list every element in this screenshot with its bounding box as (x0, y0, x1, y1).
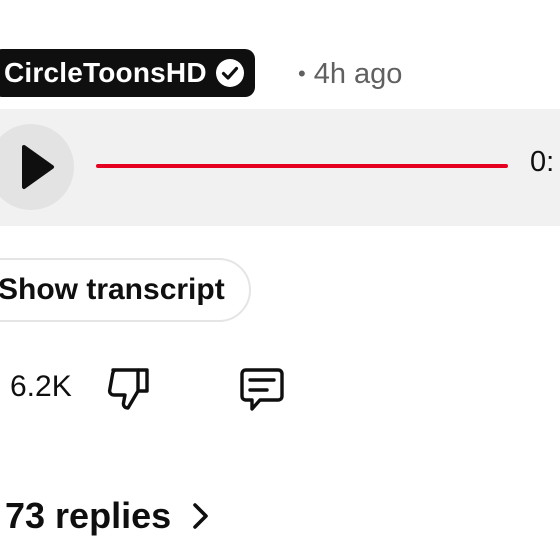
play-button[interactable] (0, 124, 74, 210)
replies-count-label: 73 replies (5, 495, 172, 536)
like-count: 6.2K (10, 370, 72, 403)
show-transcript-button[interactable]: Show transcript (0, 258, 251, 322)
meta-separator: • (298, 61, 306, 86)
show-transcript-label: Show transcript (0, 273, 225, 306)
chevron-right-icon (187, 501, 213, 531)
comment-icon (236, 364, 288, 416)
author-chip[interactable]: CircleToonsHD (0, 49, 255, 97)
thumbs-down-icon (104, 364, 154, 414)
comment-actions: 6.2K (0, 360, 560, 416)
play-icon (21, 144, 55, 190)
comment-card: CircleToonsHD • 4h ago 0: Show transcrip… (0, 0, 560, 560)
verified-badge-icon (215, 58, 245, 88)
comment-meta: • 4h ago (298, 54, 402, 94)
audio-time: 0: (530, 146, 555, 178)
reply-comment-button[interactable] (236, 364, 288, 416)
author-name: CircleToonsHD (4, 57, 207, 88)
audio-progress-bar[interactable] (96, 164, 508, 168)
timestamp: 4h ago (313, 57, 403, 90)
view-replies-button[interactable]: 73 replies (5, 492, 213, 540)
dislike-button[interactable] (104, 364, 154, 414)
